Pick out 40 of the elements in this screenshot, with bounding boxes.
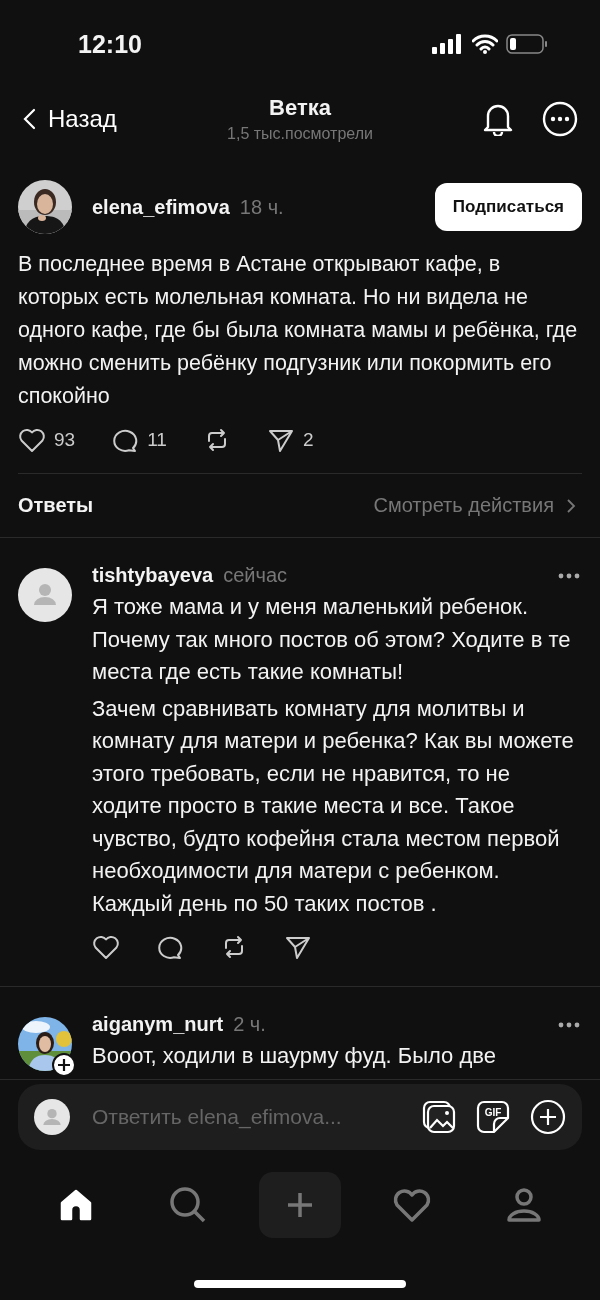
gif-icon[interactable]: GIF bbox=[476, 1099, 510, 1134]
replies-heading: Ответы bbox=[18, 494, 94, 517]
share-button[interactable] bbox=[284, 934, 312, 960]
back-button[interactable]: Назад bbox=[22, 105, 117, 133]
reply-button[interactable]: 11 bbox=[111, 427, 167, 453]
more-icon[interactable] bbox=[558, 1021, 580, 1028]
like-button[interactable] bbox=[92, 934, 120, 960]
thread-title: Ветка bbox=[269, 95, 331, 121]
view-activity-link[interactable]: Смотреть действия bbox=[373, 494, 576, 517]
create-tab[interactable] bbox=[259, 1171, 341, 1238]
follow-button[interactable]: Подписаться bbox=[434, 183, 582, 231]
author-name[interactable]: aiganym_nurt bbox=[92, 1013, 224, 1036]
view-count: 1,5 тыс.посмотрели bbox=[227, 125, 373, 143]
reply-time: сейчас bbox=[223, 564, 287, 587]
reply-button[interactable] bbox=[156, 934, 184, 960]
reply-text: Зачем сравнивать комнату для молитвы и комнату для матери и ребенка? Как вы можете этого требовать, если не нравится, то не ходите просто в такие места и все. Такое чувство, будто кофейня стала местом первой необходимости для матери с ребенком. Каждый день по 50 таких постов . bbox=[92, 694, 575, 918]
wifi-icon bbox=[472, 34, 498, 54]
author-name[interactable]: tishtybayeva bbox=[92, 564, 214, 587]
default-avatar-icon bbox=[34, 1098, 70, 1135]
author-name[interactable]: elena_efimova bbox=[92, 195, 230, 219]
chevron-left-icon bbox=[22, 108, 36, 130]
bell-icon[interactable] bbox=[482, 102, 514, 136]
reply-text: Я тоже мама и у меня маленький ребенок. Почему так много постов об этом? Ходите в те места где есть такие комнаты! bbox=[92, 593, 572, 686]
share-button[interactable]: 2 bbox=[266, 427, 314, 453]
battery-icon bbox=[506, 34, 548, 54]
reply-text: Вооот, ходили в шаурму фуд. Было две bbox=[92, 1042, 497, 1070]
chevron-right-icon bbox=[566, 497, 576, 514]
more-icon[interactable] bbox=[558, 572, 580, 579]
search-icon bbox=[168, 1184, 208, 1225]
signal-icon bbox=[432, 34, 464, 54]
like-button[interactable]: 93 bbox=[18, 427, 76, 453]
reply-field[interactable]: Ответить elena_efimova... GIF bbox=[18, 1083, 582, 1150]
post-text: В последнее время в Астане открывают кафе, в которых есть молельная комната. Но ни видела не одного кафе, где бы была комната мамы и ребёнка, где можно сменить ребёнку подгузник или покормить его спокойно bbox=[18, 251, 579, 410]
image-icon[interactable] bbox=[422, 1099, 456, 1134]
post-time: 18 ч. bbox=[239, 195, 284, 219]
reply-time: 2 ч. bbox=[233, 1013, 266, 1036]
more-icon[interactable] bbox=[542, 101, 578, 137]
follow-plus-icon[interactable] bbox=[52, 1053, 76, 1077]
add-icon[interactable] bbox=[530, 1098, 566, 1135]
status-time: 12:10 bbox=[78, 29, 142, 59]
